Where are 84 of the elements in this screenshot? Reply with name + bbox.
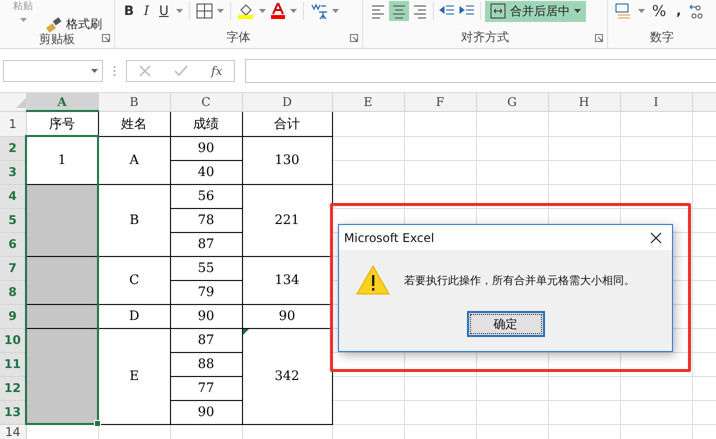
warning-icon <box>356 265 390 295</box>
table-cell: D <box>98 304 170 328</box>
comma-button[interactable]: , <box>673 4 684 18</box>
row-header[interactable]: 6 <box>0 232 26 256</box>
row-header[interactable]: 4 <box>0 184 26 208</box>
align-center-button[interactable] <box>389 1 409 21</box>
group-label: 剪贴板 <box>39 30 75 48</box>
row-header[interactable]: 10 <box>0 328 26 352</box>
dialog-message: 若要执行此操作，所有合并单元格需大小相同。 <box>404 272 635 288</box>
table-cell: B <box>98 184 170 256</box>
dialog-launcher-icon[interactable] <box>595 34 603 42</box>
format-painter-button[interactable]: 格式刷 <box>44 16 104 33</box>
merge-center-button[interactable]: 合并后居中 <box>485 0 586 22</box>
caret-icon <box>332 9 339 13</box>
table-cell: A <box>98 136 170 184</box>
row-header[interactable]: 2 <box>0 136 26 160</box>
brush-icon <box>46 16 64 32</box>
row-header[interactable]: 13 <box>0 400 26 424</box>
table-cell: 成绩 <box>170 111 242 136</box>
fill-color-icon[interactable] <box>236 3 255 19</box>
caret-icon <box>290 9 297 13</box>
row-header[interactable]: 12 <box>0 376 26 400</box>
column-header[interactable]: G <box>476 93 548 111</box>
caret-icon <box>258 9 266 13</box>
table-cell: 姓名 <box>98 111 170 136</box>
close-icon[interactable] <box>650 232 662 244</box>
row-header[interactable]: 7 <box>0 256 26 280</box>
insert-function-button[interactable]: fx <box>211 64 222 78</box>
table-cell: C <box>98 256 170 304</box>
column-header[interactable]: B <box>98 93 170 111</box>
percent-button[interactable]: % <box>649 2 670 20</box>
row-header[interactable]: 11 <box>0 352 26 376</box>
table-cell: 90 <box>170 304 242 328</box>
table-cell: 87 <box>170 328 242 352</box>
column-header[interactable]: C <box>170 93 242 111</box>
decimal-icon[interactable] <box>688 3 704 19</box>
table-cell: 合计 <box>242 111 332 136</box>
row-header[interactable]: 3 <box>0 160 26 184</box>
column-header[interactable]: H <box>548 93 620 111</box>
table-cell: 342 <box>242 328 332 424</box>
dialog-title: Microsoft Excel <box>344 230 434 244</box>
caret-icon <box>20 18 26 22</box>
ok-button[interactable]: 确定 <box>466 311 544 337</box>
row-header[interactable]: 8 <box>0 280 26 304</box>
align-left-icon[interactable] <box>369 3 387 19</box>
borders-icon[interactable] <box>196 3 213 19</box>
phonetic-icon[interactable] <box>310 2 328 20</box>
table-cell: 90 <box>170 136 242 160</box>
caret-icon <box>216 9 224 13</box>
column-header[interactable]: I <box>620 93 692 111</box>
row-header[interactable]: 14 <box>0 424 26 439</box>
group-label: 对齐方式 <box>461 28 509 46</box>
column-header[interactable]: E <box>332 93 404 111</box>
font-color-icon[interactable] <box>270 3 286 19</box>
dialog-launcher-icon[interactable] <box>102 34 110 42</box>
table-cell: 1 <box>26 136 98 184</box>
table-cell: 56 <box>170 184 242 208</box>
triangle-icon <box>16 98 26 108</box>
group-label: 字体 <box>226 28 250 46</box>
table-cell: 221 <box>242 184 332 256</box>
row-header[interactable]: 1 <box>0 111 26 136</box>
underline-button[interactable]: U <box>156 4 172 18</box>
group-label: 数字 <box>650 28 674 46</box>
caret-icon <box>638 9 645 13</box>
formula-input[interactable] <box>245 58 716 82</box>
fill-handle[interactable] <box>94 420 101 427</box>
column-header[interactable]: F <box>404 93 476 111</box>
merge-cells-icon <box>490 3 506 19</box>
column-header[interactable]: D <box>242 93 332 111</box>
grip-icon <box>113 64 116 76</box>
table-cell: 55 <box>170 256 242 280</box>
caret-icon <box>176 9 183 13</box>
column-header[interactable]: A <box>26 93 98 111</box>
row-header[interactable]: 5 <box>0 208 26 232</box>
check-icon[interactable] <box>174 64 188 76</box>
dialog-launcher-icon[interactable] <box>350 34 358 42</box>
table-cell: E <box>98 328 170 424</box>
bold-button[interactable]: B <box>121 4 137 18</box>
italic-button[interactable]: I <box>140 4 152 18</box>
caret-icon <box>574 9 581 13</box>
caret-icon <box>91 68 98 72</box>
table-cell: 130 <box>242 136 332 184</box>
row-header[interactable]: 9 <box>0 304 26 328</box>
align-right-icon[interactable] <box>411 3 429 19</box>
